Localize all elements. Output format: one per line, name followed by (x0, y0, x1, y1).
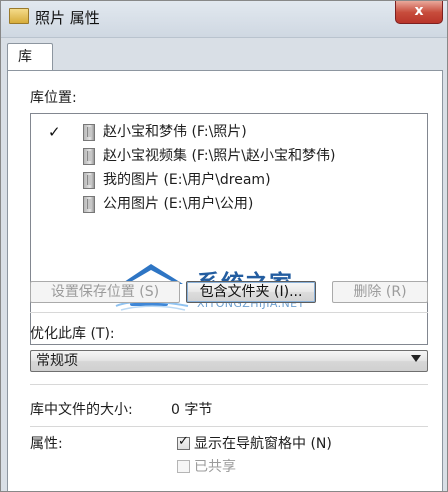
tab-panel: 库位置: ✓ 赵小宝和梦伟 (F:\照片) 赵小宝视频集 (F:\照片\赵小宝和… (7, 70, 443, 491)
optimize-library-label: 优化此库 (T): (30, 326, 115, 342)
library-location-label: 库位置: (30, 90, 77, 106)
include-folder-button[interactable]: 包含文件夹 (I)... (186, 281, 316, 303)
tab-strip: 库 (7, 43, 53, 71)
close-button[interactable]: x (395, 1, 443, 24)
library-properties-window: 照片 属性 x 库 库位置: ✓ 赵小宝和梦伟 (F:\照片) 赵小宝视频集 (… (0, 0, 448, 492)
list-item[interactable]: 公用图片 (E:\用户\公用) (31, 192, 427, 216)
library-item-text: 赵小宝和梦伟 (F:\照片) (103, 124, 247, 140)
remove-button[interactable]: 删除 (R) (332, 281, 428, 303)
show-in-navigation-label[interactable]: 显示在导航窗格中 (N) (194, 433, 332, 453)
attributes-label: 属性: (30, 436, 63, 452)
library-location-list[interactable]: ✓ 赵小宝和梦伟 (F:\照片) 赵小宝视频集 (F:\照片\赵小宝和梦伟) 我… (30, 113, 428, 345)
optimize-library-value: 常规项 (36, 353, 78, 369)
tab-library[interactable]: 库 (7, 43, 53, 71)
list-item[interactable]: ✓ 赵小宝和梦伟 (F:\照片) (31, 120, 427, 144)
library-item-text: 赵小宝视频集 (F:\照片\赵小宝和梦伟) (103, 148, 336, 164)
library-folder-icon (83, 124, 95, 141)
checkmark-icon: ✓ (48, 123, 61, 141)
section-divider (30, 426, 428, 427)
show-in-navigation-checkbox[interactable] (177, 434, 190, 450)
title-bar: 照片 属性 x (1, 1, 447, 38)
chevron-down-icon (411, 355, 421, 362)
library-size-label: 库中文件的大小: (30, 402, 133, 418)
window-title: 照片 属性 (35, 9, 100, 27)
library-item-text: 我的图片 (E:\用户\dream) (103, 172, 271, 188)
library-folder-icon (9, 8, 29, 24)
library-folder-icon (83, 148, 95, 165)
list-item[interactable]: 我的图片 (E:\用户\dream) (31, 168, 427, 192)
shared-label[interactable]: 已共享 (194, 456, 236, 476)
set-save-location-button[interactable]: 设置保存位置 (S) (30, 281, 180, 303)
library-size-value: 0 字节 (171, 402, 213, 418)
library-item-text: 公用图片 (E:\用户\公用) (103, 196, 254, 212)
list-item[interactable]: 赵小宝视频集 (F:\照片\赵小宝和梦伟) (31, 144, 427, 168)
close-icon: x (414, 3, 424, 19)
optimize-library-dropdown[interactable]: 常规项 (30, 350, 428, 372)
library-folder-icon (83, 172, 95, 189)
section-divider (30, 384, 428, 385)
shared-checkbox[interactable] (177, 460, 190, 473)
library-folder-icon (83, 196, 95, 213)
section-divider (30, 312, 428, 313)
